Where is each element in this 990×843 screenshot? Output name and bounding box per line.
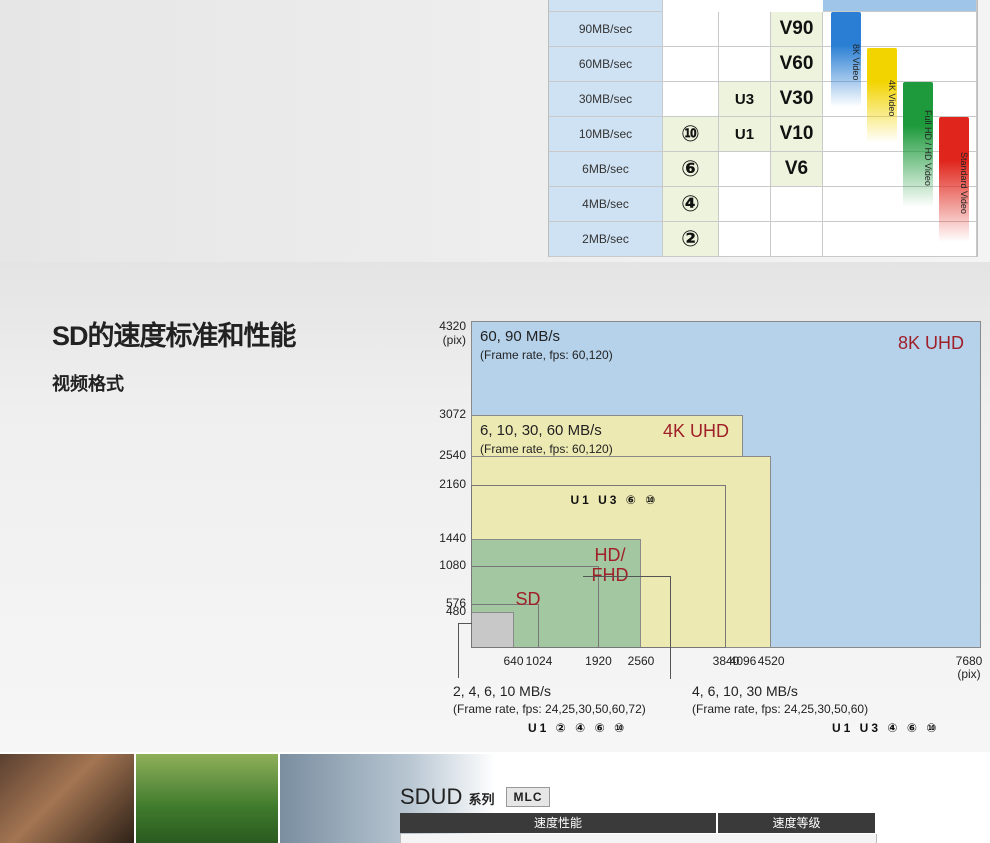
x-axis-end-value: 7680 (955, 654, 983, 668)
table-header-speed-performance: 速度性能 (400, 813, 716, 833)
x-tick-label: 4520 (757, 654, 785, 668)
mlc-badge: MLC (506, 787, 550, 807)
product-series: 系列 (468, 792, 495, 807)
bottom-note-rates: 4, 6, 10, 30 MB/s (692, 683, 798, 699)
photo-restaurant (0, 754, 134, 843)
resolution-outline (471, 604, 539, 648)
bottom-note-fps: (Frame rate, fps: 24,25,30,50,60) (692, 702, 869, 716)
y-tick-label: 576 (445, 596, 466, 611)
fps-8k: (Frame rate, fps: 60,120) (480, 348, 613, 362)
x-axis-unit: (pix) (957, 667, 981, 681)
y-axis-top-value: 4320 (439, 319, 466, 333)
table-header-speed-class: 速度等级 (718, 813, 875, 833)
product-model: SDUD (400, 784, 463, 809)
x-tick-label: 1024 (525, 654, 553, 668)
product-name: SDUD 系列 (400, 784, 494, 810)
video-resolution-chart: 8K UHD 4K UHD HD/ FHD SD 60, 90 MB/s (Frame r… (0, 0, 990, 752)
leader-hd (583, 576, 672, 679)
y-tick-label: 3072 (439, 407, 466, 422)
table-subheader (400, 834, 877, 843)
label-8k-uhd: 8K UHD (898, 333, 965, 353)
leader-sd (458, 622, 472, 678)
bottom-note-fps: (Frame rate, fps: 24,25,30,50,60,72) (453, 702, 646, 716)
icons-4k: U1 U3 ⑥ ⑩ (570, 492, 659, 507)
rates-4k: 6, 10, 30, 60 MB/s (480, 422, 602, 440)
label-sd: SD (515, 588, 541, 609)
y-axis-unit: (pix) (442, 333, 466, 347)
y-tick-label: 2540 (439, 447, 466, 462)
bottom-note-rates: 2, 4, 6, 10 MB/s (453, 683, 552, 699)
y-tick-label: 1080 (439, 558, 466, 573)
rates-8k: 60, 90 MB/s (480, 328, 561, 345)
y-tick-label: 1440 (439, 531, 466, 545)
label-4k-uhd: 4K UHD (663, 421, 730, 442)
bottom-note-icons: U1 U3 ④ ⑥ ⑩ (832, 721, 940, 735)
photo-soccer (136, 754, 278, 843)
bottom-note-icons: U1 ② ④ ⑥ ⑩ (528, 721, 628, 735)
y-tick-label: 2160 (439, 476, 466, 491)
fps-4k: (Frame rate, fps: 60,120) (480, 442, 613, 457)
